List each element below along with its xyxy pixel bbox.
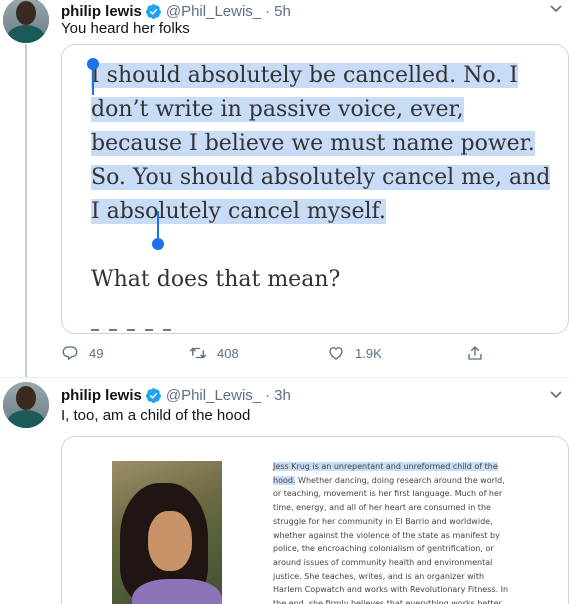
chevron-down-icon[interactable] [549, 390, 563, 400]
tweet-image[interactable]: I should absolutely be cancelled. No. I … [61, 44, 569, 334]
author-name[interactable]: philip lewis [61, 387, 142, 404]
separator-dot: · [265, 2, 271, 20]
author-handle[interactable]: @Phil_Lewis_ [166, 3, 261, 20]
cut-off-text [91, 326, 211, 333]
selection-end-handle [157, 211, 159, 241]
tweet-text: I, too, am a child of the hood [61, 407, 251, 424]
bio-text: Jess Krug is an unrepentant and unreform… [273, 460, 513, 604]
author-handle[interactable]: @Phil_Lewis_ [166, 387, 261, 404]
profile-photo [112, 461, 222, 604]
timestamp[interactable]: 5h [274, 3, 291, 20]
retweet-count: 408 [217, 345, 239, 361]
tweet-header: philip lewis @Phil_Lewis_ · 3h [61, 386, 291, 404]
reply-button[interactable]: 49 [61, 344, 103, 362]
thread-connector [25, 44, 27, 377]
selection-start-dot [87, 58, 99, 70]
author-name[interactable]: philip lewis [61, 3, 142, 20]
tweet[interactable]: philip lewis @Phil_Lewis_ · 5h You heard… [0, 0, 569, 377]
share-icon [468, 346, 482, 360]
reply-count: 49 [89, 345, 104, 361]
chevron-down-icon[interactable] [549, 4, 563, 14]
timestamp[interactable]: 3h [274, 387, 291, 404]
like-count: 1.9K [355, 345, 382, 361]
selection-end-dot [152, 238, 164, 250]
reply-icon [62, 346, 78, 360]
image-following-text: What does that mean? [91, 267, 341, 292]
verified-badge-icon [145, 3, 161, 19]
tweet[interactable]: philip lewis @Phil_Lewis_ · 3h I, too, a… [0, 377, 569, 604]
avatar[interactable] [3, 382, 49, 428]
highlighted-quote: I should absolutely be cancelled. No. I … [91, 63, 551, 224]
retweet-icon [189, 347, 207, 359]
separator-dot: · [265, 386, 271, 404]
image-quote-text: I should absolutely be cancelled. No. I … [91, 59, 551, 229]
verified-badge-icon [145, 387, 161, 403]
tweet-header: philip lewis @Phil_Lewis_ · 5h [61, 2, 291, 20]
retweet-button[interactable]: 408 [189, 344, 239, 362]
avatar[interactable] [3, 0, 49, 43]
bio-rest-text: Whether dancing, doing research around t… [273, 475, 509, 604]
like-icon [329, 347, 343, 360]
like-button[interactable]: 1.9K [327, 344, 382, 362]
tweet-actions: 49 408 1.9K [61, 344, 501, 364]
tweet-image[interactable]: Jess Krug is an unrepentant and unreform… [61, 436, 569, 604]
tweet-text: You heard her folks [61, 20, 190, 37]
share-button[interactable] [466, 344, 494, 362]
